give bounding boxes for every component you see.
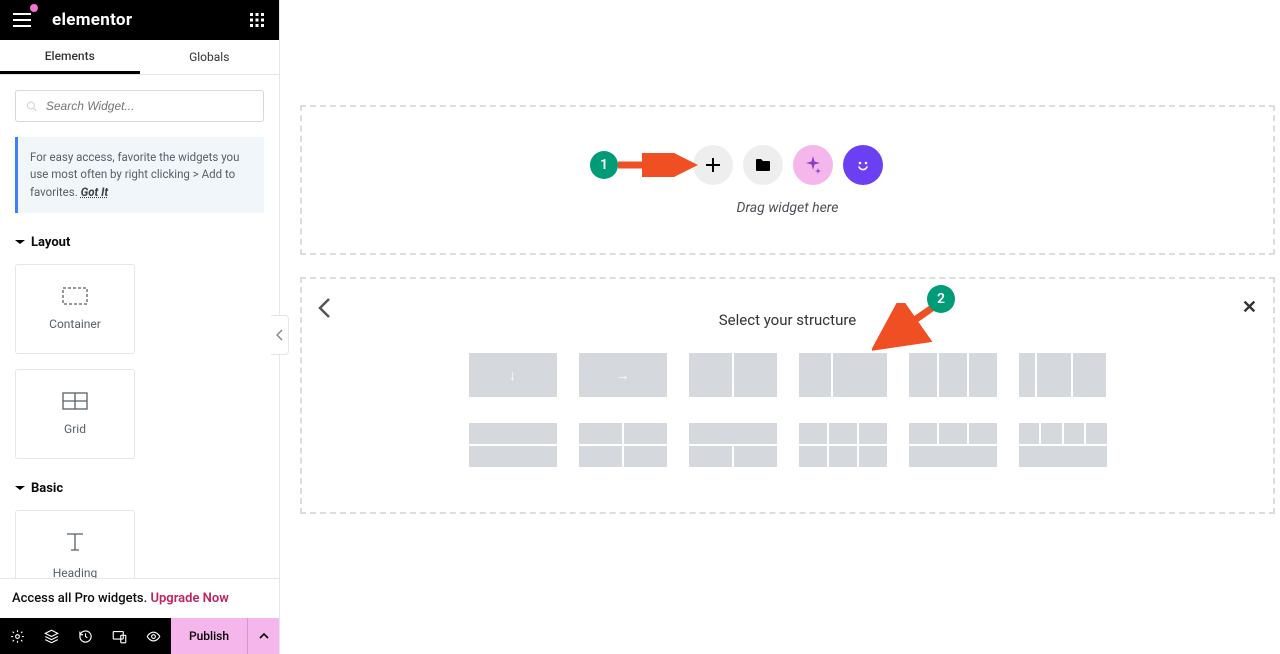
history-icon [78,629,93,644]
struct-3col-narrow[interactable] [1019,353,1107,397]
struct-2row[interactable] [469,423,557,467]
tip-dismiss[interactable]: Got It [81,185,109,199]
add-section-button[interactable] [693,145,733,185]
section-layout-label: Layout [31,235,70,250]
struct-2col[interactable] [689,353,777,397]
widget-heading-label: Heading [53,566,98,578]
annotation-badge-2: 2 [927,285,955,313]
widget-heading[interactable]: Heading [15,510,135,578]
pro-text: Access all Pro widgets. [12,591,150,606]
search-widget[interactable] [15,90,264,122]
chevron-left-icon [318,297,332,319]
layers-icon [44,629,59,644]
navigator-button[interactable] [34,618,68,654]
hamburger-menu[interactable] [10,8,34,32]
apps-grid-button[interactable] [245,8,269,32]
tip-text: For easy access, favorite the widgets yo… [30,150,239,199]
chevron-left-icon [276,329,284,341]
widget-container-label: Container [49,317,101,331]
eye-icon [146,629,161,644]
devices-icon [112,629,127,644]
preview-button[interactable] [137,618,171,654]
drop-actions [693,145,883,185]
responsive-button[interactable] [103,618,137,654]
basic-widgets: Heading Image [15,510,264,578]
history-button[interactable] [68,618,102,654]
pro-upsell: Access all Pro widgets. Upgrade Now [0,578,279,618]
struct-1col-h[interactable]: → [579,353,667,397]
section-layout[interactable]: Layout [15,235,264,250]
structure-back[interactable] [318,297,332,325]
sidebar-footer: Publish [0,618,279,654]
widget-grid[interactable]: Grid [15,369,135,459]
struct-top2bot[interactable] [689,423,777,467]
layout-widgets: Container Grid [15,264,264,459]
notification-dot [30,4,38,12]
section-basic-label: Basic [31,481,63,496]
plus-icon [705,157,721,173]
heading-icon [63,530,87,554]
publish-button[interactable]: Publish [171,618,247,654]
grid-icon [250,13,264,27]
container-icon [62,287,88,305]
publish-options[interactable] [247,618,279,654]
section-basic[interactable]: Basic [15,481,264,496]
structure-title: Select your structure [322,311,1253,329]
sparkle-icon [804,156,822,174]
favorites-tip: For easy access, favorite the widgets yo… [15,137,264,213]
struct-4top1bot[interactable] [1019,423,1107,467]
empty-drop-zone[interactable]: Drag widget here 1 [300,105,1275,255]
tab-globals[interactable]: Globals [140,40,280,74]
struct-1col-v[interactable]: ↓ [469,353,557,397]
folder-icon [755,158,771,172]
annotation-arrow-2 [872,303,942,353]
struct-3col[interactable] [909,353,997,397]
sidebar-tabs: Elements Globals [0,40,279,75]
search-icon [26,100,38,113]
help-button[interactable] [843,145,883,185]
structure-row-1: ↓ → [438,353,1138,397]
annotation-badge-1: 1 [590,151,618,179]
gear-icon [10,629,25,644]
sidebar-collapse[interactable] [271,315,289,355]
menu-icon [13,13,31,27]
chevron-up-icon [258,630,270,642]
structure-selector: ✕ Select your structure 2 ↓ → [300,277,1275,514]
caret-down-icon [15,483,25,493]
structure-row-2 [438,423,1138,467]
grid-widget-icon [62,392,88,410]
drop-hint: Drag widget here [737,200,839,216]
ai-button[interactable] [793,145,833,185]
settings-button[interactable] [0,618,34,654]
sidebar-body: For easy access, favorite the widgets yo… [0,75,279,578]
annotation-arrow-1 [618,153,698,177]
editor-sidebar: elementor Elements Globals For easy acce… [0,0,280,654]
struct-2col-wide[interactable] [799,353,887,397]
structure-close[interactable]: ✕ [1242,297,1257,318]
smiley-icon [853,155,873,175]
struct-3top1bot[interactable] [909,423,997,467]
widget-container[interactable]: Container [15,264,135,354]
caret-down-icon [15,237,25,247]
search-input[interactable] [46,99,253,113]
upgrade-link[interactable]: Upgrade Now [150,591,228,606]
struct-2x3[interactable] [799,423,887,467]
publish-group: Publish [171,618,279,654]
struct-2x2[interactable] [579,423,667,467]
widget-grid-label: Grid [64,422,86,436]
add-template-button[interactable] [743,145,783,185]
brand-logo: elementor [52,10,132,30]
editor-canvas: Drag widget here 1 ✕ Select your structu… [280,0,1280,654]
sidebar-header: elementor [0,0,279,40]
tab-elements[interactable]: Elements [0,40,140,74]
